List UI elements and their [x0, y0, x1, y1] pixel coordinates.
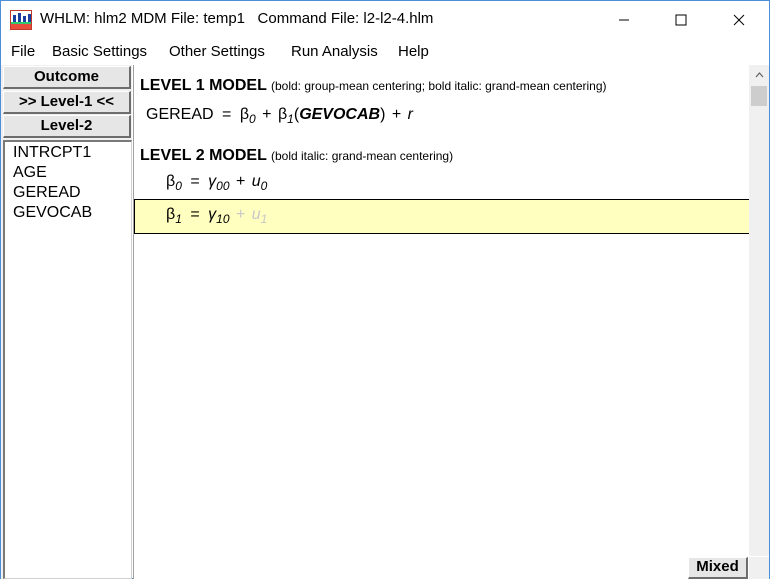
- gamma-00: γ: [208, 173, 217, 190]
- vertical-scrollbar[interactable]: [749, 65, 769, 556]
- beta-1: β: [166, 206, 176, 223]
- outcome-button[interactable]: Outcome: [3, 66, 131, 89]
- plus-sign: +: [235, 173, 246, 190]
- variable-gevocab[interactable]: GEVOCAB: [13, 204, 92, 222]
- level-2-heading: LEVEL 2 MODEL (bold italic: grand-mean c…: [140, 147, 453, 165]
- minimize-icon: [619, 19, 629, 21]
- level-2-equation-beta1[interactable]: β1 = γ10 + u1: [166, 206, 267, 226]
- menu-bar: File Basic Settings Other Settings Run A…: [1, 39, 769, 65]
- scroll-up-arrow[interactable]: [749, 66, 769, 84]
- mixed-button[interactable]: Mixed: [688, 557, 748, 579]
- chevron-up-icon: [755, 72, 763, 78]
- menu-basic-settings[interactable]: Basic Settings: [52, 43, 147, 60]
- level-1-heading: LEVEL 1 MODEL (bold: group-mean centerin…: [140, 77, 607, 95]
- level-2-title: LEVEL 2 MODEL: [140, 147, 267, 164]
- level-1-button[interactable]: >> Level-1 <<: [3, 91, 131, 114]
- level-2-button[interactable]: Level-2: [3, 115, 131, 138]
- close-button[interactable]: [716, 1, 762, 39]
- model-pane: LEVEL 1 MODEL (bold: group-mean centerin…: [133, 65, 750, 579]
- level-1-error-term: r: [407, 106, 413, 123]
- level-1-note: (bold: group-mean centering; bold italic…: [271, 79, 607, 93]
- u0-subscript: 0: [260, 179, 268, 193]
- left-panel: Outcome >> Level-1 << Level-2 INTRCPT1 A…: [1, 65, 132, 579]
- beta-1-subscript: 1: [175, 212, 182, 226]
- gamma-10: γ: [208, 206, 217, 223]
- outcome-variable[interactable]: GEREAD: [146, 106, 214, 123]
- menu-help[interactable]: Help: [398, 43, 429, 60]
- predictor-gevocab[interactable]: GEVOCAB: [299, 106, 380, 123]
- plus-sign: +: [235, 206, 246, 223]
- menu-run-analysis[interactable]: Run Analysis: [291, 43, 378, 60]
- beta-0-subscript: 0: [175, 179, 182, 193]
- close-icon: [733, 14, 745, 26]
- random-effect-u1[interactable]: u: [252, 206, 261, 223]
- beta-1: β: [277, 106, 288, 123]
- variable-intrcpt1[interactable]: INTRCPT1: [13, 144, 91, 162]
- level-1-title: LEVEL 1 MODEL: [140, 77, 267, 94]
- menu-file[interactable]: File: [11, 43, 35, 60]
- variable-geread[interactable]: GEREAD: [13, 184, 81, 202]
- menu-other-settings[interactable]: Other Settings: [169, 43, 265, 60]
- level-1-equation[interactable]: GEREAD = β0 + β1(GEVOCAB) + r: [146, 106, 413, 126]
- u1-subscript: 1: [260, 212, 268, 226]
- minimize-button[interactable]: [601, 1, 647, 39]
- equals-sign: =: [190, 206, 200, 223]
- whlm-app-icon: [10, 10, 32, 30]
- level-2-equation-beta0[interactable]: β0 = γ00 + u0: [166, 173, 267, 193]
- app-window: WHLM: hlm2 MDM File: temp1 Command File:…: [0, 0, 770, 579]
- maximize-button[interactable]: [658, 1, 704, 39]
- scroll-thumb[interactable]: [751, 86, 767, 106]
- beta-0: β: [166, 173, 176, 190]
- variable-age[interactable]: AGE: [13, 164, 47, 182]
- random-effect-u0[interactable]: u: [252, 173, 261, 190]
- level-2-note: (bold italic: grand-mean centering): [271, 149, 454, 163]
- gamma-10-subscript: 10: [216, 212, 230, 226]
- gamma-00-subscript: 00: [216, 179, 230, 193]
- title-bar: WHLM: hlm2 MDM File: temp1 Command File:…: [1, 1, 769, 39]
- plus-sign: +: [391, 106, 402, 123]
- variable-list: INTRCPT1 AGE GEREAD GEVOCAB: [3, 140, 132, 579]
- plus-sign: +: [262, 106, 272, 123]
- size-grip: [749, 557, 769, 579]
- equals-sign: =: [222, 106, 232, 123]
- beta-0-subscript: 0: [249, 112, 256, 126]
- beta-0: β: [239, 106, 250, 123]
- beta-1-subscript: 1: [287, 112, 294, 126]
- equals-sign: =: [190, 173, 200, 190]
- maximize-icon: [675, 14, 687, 26]
- window-title: WHLM: hlm2 MDM File: temp1 Command File:…: [40, 10, 434, 27]
